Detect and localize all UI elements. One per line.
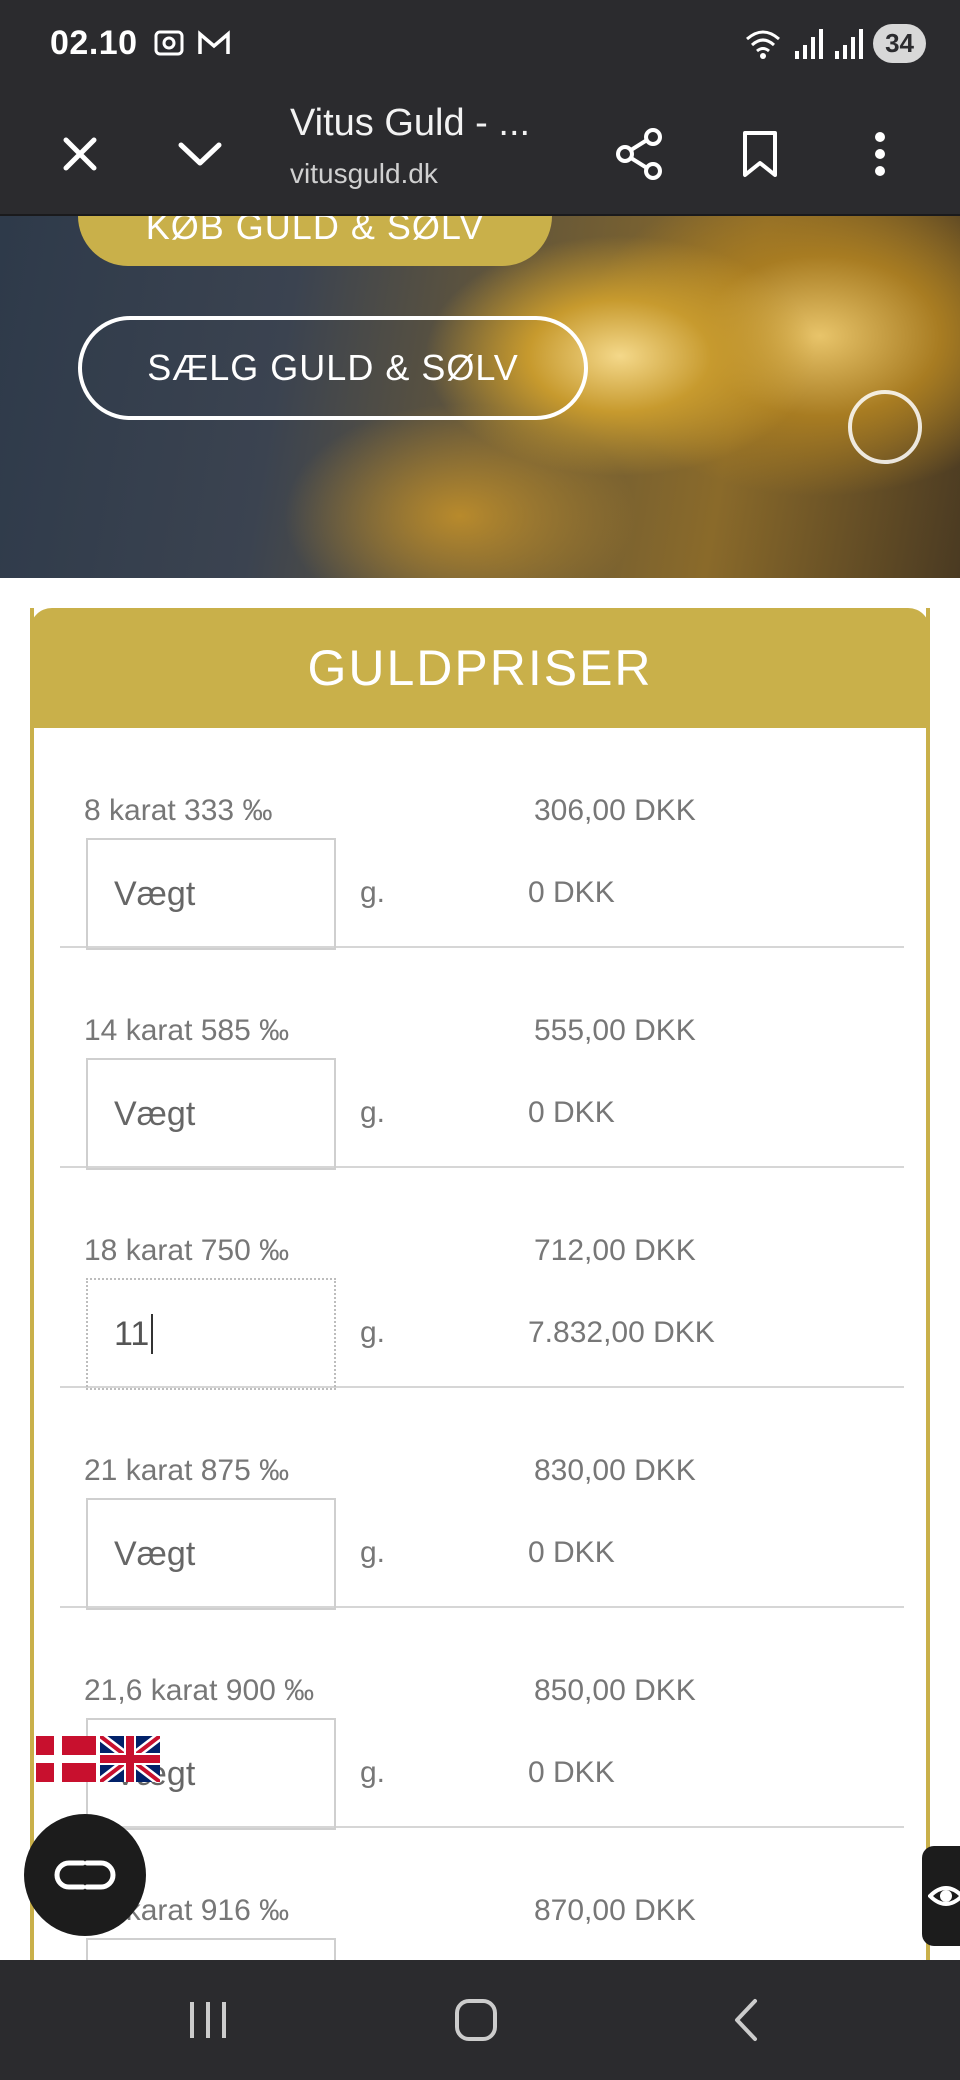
- page-url[interactable]: vitusguld.dk: [290, 158, 438, 190]
- price-row: 18 karat 750 ‰ 712,00 DKK 11 g. 7.832,00…: [60, 1168, 904, 1390]
- home-button[interactable]: [436, 1990, 516, 2050]
- language-switcher: [36, 1736, 160, 1782]
- price-per-gram: 870,00 DKK: [534, 1894, 696, 1927]
- price-per-gram: 830,00 DKK: [534, 1454, 696, 1487]
- more-options-button[interactable]: [842, 116, 918, 192]
- bookmark-button[interactable]: [722, 116, 798, 192]
- recent-apps-button[interactable]: [168, 1990, 248, 2050]
- battery-indicator: 34: [873, 24, 926, 63]
- total-value: 0 DKK: [528, 1536, 615, 1569]
- accessibility-button[interactable]: [922, 1846, 960, 1946]
- signal-icon: [795, 28, 824, 59]
- close-icon: [63, 137, 97, 171]
- signal-icon-2: [835, 28, 864, 59]
- weight-input[interactable]: Vægt: [86, 1498, 336, 1610]
- unit-label: g.: [360, 1536, 386, 1569]
- eye-icon: [928, 1886, 960, 1906]
- system-navigation-bar: [0, 1960, 960, 2080]
- price-rows: 8 karat 333 ‰ 306,00 DKK Vægt g. 0 DKK 1…: [60, 728, 904, 2050]
- total-value: 0 DKK: [528, 1096, 615, 1129]
- karat-label: 18 karat 750 ‰: [84, 1234, 290, 1267]
- back-button[interactable]: [706, 1990, 786, 2050]
- price-per-gram: 712,00 DKK: [534, 1234, 696, 1267]
- hero-banner: KØB GULD & SØLV SÆLG GULD & SØLV: [0, 216, 960, 578]
- buy-gold-silver-button[interactable]: KØB GULD & SØLV: [78, 216, 552, 266]
- recent-apps-icon: [190, 2002, 226, 2038]
- wifi-icon: [746, 30, 781, 59]
- weight-input-value: 11: [114, 1314, 150, 1353]
- slider-dot[interactable]: [848, 390, 922, 464]
- karat-label: 14 karat 585 ‰: [84, 1014, 290, 1047]
- karat-label: 8 karat 333 ‰: [84, 794, 273, 827]
- unit-label: g.: [360, 1316, 386, 1349]
- unit-label: g.: [360, 876, 386, 909]
- danish-flag-icon[interactable]: [36, 1736, 96, 1782]
- status-system-icons: 34: [743, 24, 926, 63]
- status-notification-icons: [152, 26, 232, 60]
- gmail-icon: [198, 30, 230, 54]
- karat-label: 21 karat 875 ‰: [84, 1454, 290, 1487]
- close-tab-button[interactable]: [42, 116, 118, 192]
- share-icon: [616, 128, 662, 180]
- total-value: 0 DKK: [528, 1756, 615, 1789]
- minimize-tab-button[interactable]: [162, 116, 238, 192]
- price-row: 14 karat 585 ‰ 555,00 DKK Vægt g. 0 DKK: [60, 948, 904, 1170]
- uk-flag-icon[interactable]: [100, 1736, 160, 1782]
- browser-toolbar: Vitus Guld - ... vitusguld.dk: [0, 92, 960, 216]
- page-title[interactable]: Vitus Guld - ...: [290, 102, 530, 145]
- status-time: 02.10: [50, 24, 138, 62]
- bookmark-icon: [743, 131, 777, 177]
- status-bar: 02.10 34: [0, 0, 960, 92]
- total-value: 7.832,00 DKK: [528, 1316, 715, 1349]
- text-caret: [151, 1314, 154, 1354]
- weight-input[interactable]: Vægt: [86, 1058, 336, 1170]
- price-per-gram: 306,00 DKK: [534, 794, 696, 827]
- price-row: 8 karat 333 ‰ 306,00 DKK Vægt g. 0 DKK: [60, 728, 904, 950]
- sell-gold-silver-button[interactable]: SÆLG GULD & SØLV: [78, 316, 588, 420]
- gold-prices-card: GULDPRISER 8 karat 333 ‰ 306,00 DKK Vægt…: [30, 608, 930, 2050]
- price-per-gram: 850,00 DKK: [534, 1674, 696, 1707]
- chat-icon: [54, 1860, 116, 1890]
- karat-label: 21,6 karat 900 ‰: [84, 1674, 315, 1707]
- chevron-down-icon: [178, 142, 222, 166]
- price-row: 21 karat 875 ‰ 830,00 DKK Vægt g. 0 DKK: [60, 1388, 904, 1610]
- more-vertical-icon: [875, 132, 885, 176]
- chat-button[interactable]: [24, 1814, 146, 1936]
- total-value: 0 DKK: [528, 876, 615, 909]
- share-button[interactable]: [602, 116, 678, 192]
- home-icon: [455, 1999, 497, 2041]
- unit-label: g.: [360, 1756, 386, 1789]
- gold-prices-header: GULDPRISER: [30, 608, 930, 728]
- back-icon: [735, 1999, 757, 2041]
- screenshot-icon: [154, 30, 184, 56]
- weight-input-focused[interactable]: 11: [86, 1278, 336, 1390]
- price-per-gram: 555,00 DKK: [534, 1014, 696, 1047]
- weight-input[interactable]: Vægt: [86, 838, 336, 950]
- price-row: 21,6 karat 900 ‰ 850,00 DKK Vægt g. 0 DK…: [60, 1608, 904, 1830]
- unit-label: g.: [360, 1096, 386, 1129]
